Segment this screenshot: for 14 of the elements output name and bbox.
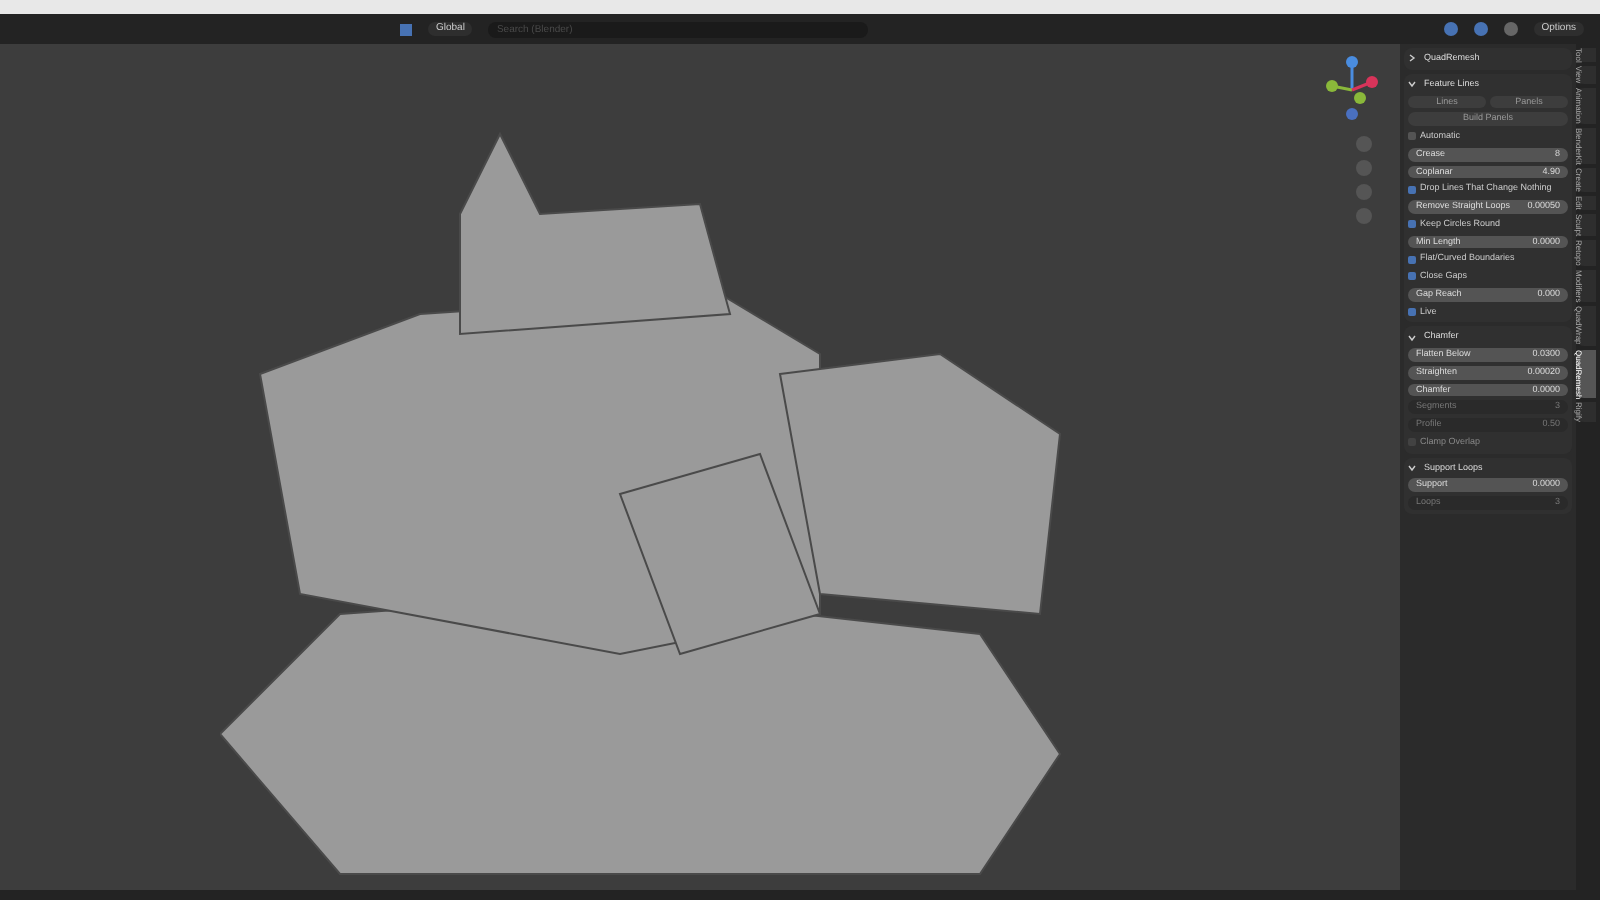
chevron-icon [1408, 54, 1416, 63]
chevron-icon [1408, 463, 1416, 472]
checkbox[interactable] [1408, 220, 1416, 229]
mode-icon[interactable] [400, 23, 412, 35]
checkbox[interactable] [1408, 272, 1416, 281]
chevron-icon [1408, 333, 1416, 342]
checkbox[interactable] [1408, 132, 1416, 141]
checkbox[interactable] [1408, 185, 1416, 194]
checkbox[interactable] [1408, 255, 1416, 264]
shading-wire-icon[interactable] [1503, 22, 1518, 36]
checkbox[interactable] [1408, 307, 1416, 316]
chevron-icon [1408, 80, 1416, 89]
overlay-icon[interactable] [1443, 22, 1458, 36]
shading-solid-icon[interactable] [1473, 22, 1488, 36]
